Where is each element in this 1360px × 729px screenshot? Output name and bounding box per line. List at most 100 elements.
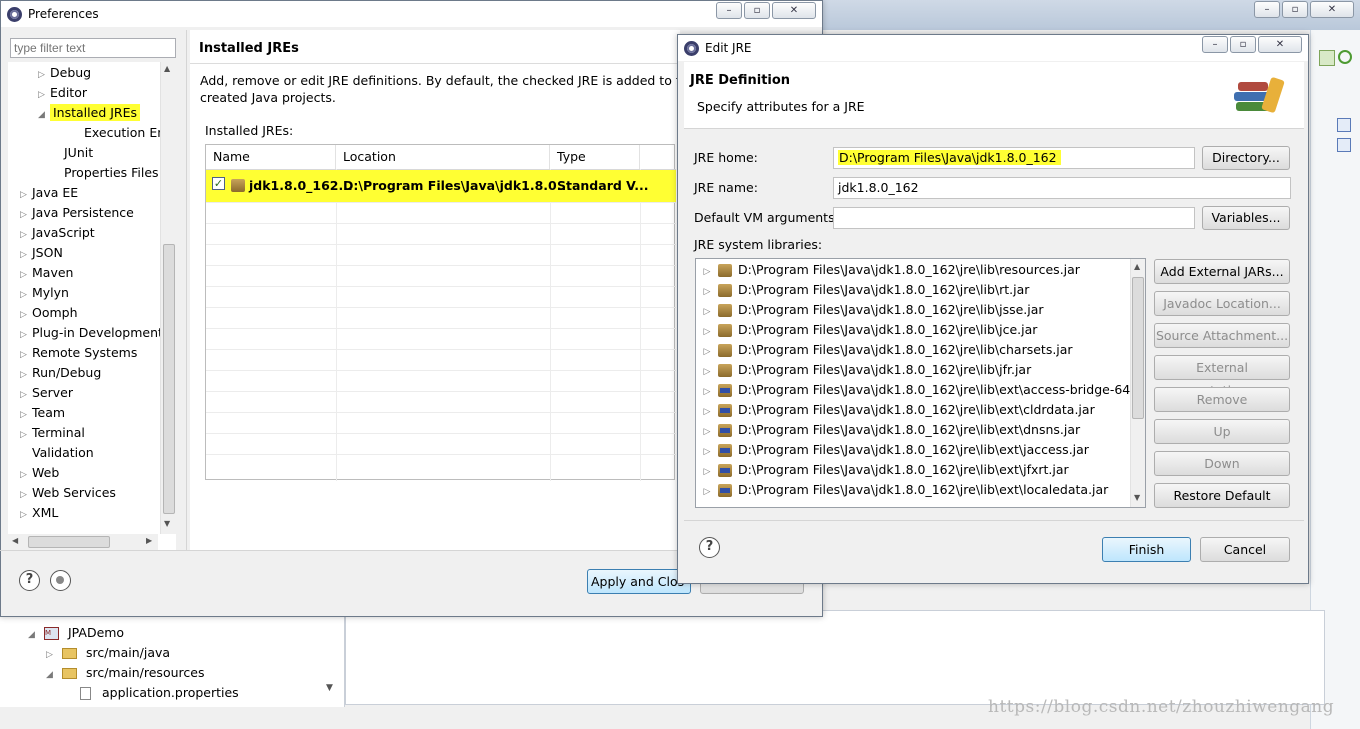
minimize-icon[interactable]: – — [1202, 36, 1228, 53]
table-row[interactable]: ✓ jdk1.8.0_162... D:\Program Files\Java\… — [206, 170, 676, 203]
library-item[interactable]: ▷ D:\Program Files\Java\jdk1.8.0_162\jre\… — [696, 480, 1108, 500]
external-annotations-button[interactable]: External annotations... — [1154, 355, 1290, 398]
filter-input[interactable] — [10, 38, 176, 58]
library-item[interactable]: ▷ D:\Program Files\Java\jdk1.8.0_162\jre\… — [696, 440, 1089, 460]
tree-item[interactable]: ▷ Java Persistence — [20, 203, 134, 223]
add-external-jars-button[interactable]: Add External JARs... — [1154, 259, 1290, 284]
maximize-icon[interactable]: ▫ — [1230, 36, 1256, 53]
expand-arrow-icon[interactable]: ▷ — [20, 385, 32, 405]
jre-home-input[interactable]: D:\Program Files\Java\jdk1.8.0_162 — [833, 147, 1195, 169]
scroll-right-icon[interactable]: ▶ — [146, 536, 152, 545]
expand-arrow-icon[interactable]: ▷ — [20, 485, 32, 505]
library-item[interactable]: ▷ D:\Program Files\Java\jdk1.8.0_162\jre\… — [696, 300, 1044, 320]
expand-arrow-icon[interactable]: ▷ — [696, 302, 718, 322]
scroll-up-icon[interactable]: ▲ — [1134, 262, 1140, 271]
minimize-icon[interactable]: – — [716, 2, 742, 19]
tree-item[interactable]: ▷ Web Services — [20, 483, 116, 503]
tree-item[interactable]: ▷ Web — [20, 463, 59, 483]
expand-arrow-icon[interactable]: ▷ — [38, 65, 50, 85]
expand-arrow-icon[interactable]: ▷ — [20, 285, 32, 305]
tree-item[interactable]: ▷ Run/Debug — [20, 363, 101, 383]
up-button[interactable]: Up — [1154, 419, 1290, 444]
project-tree-item[interactable]: ▷ src/main/java — [46, 643, 170, 663]
tree-horizontal-scrollbar[interactable]: ◀ ▶ — [8, 534, 158, 550]
help-icon[interactable]: ? — [19, 570, 40, 591]
expand-arrow-icon[interactable]: ▷ — [20, 365, 32, 385]
tree-item[interactable]: Validation — [20, 443, 94, 463]
expand-arrow-icon[interactable]: ▷ — [20, 465, 32, 485]
tree-item[interactable]: ▷ XML — [20, 503, 58, 523]
expand-arrow-icon[interactable]: ▷ — [20, 265, 32, 285]
help-icon[interactable]: ? — [699, 537, 720, 558]
tree-item[interactable]: ▷ Editor — [38, 83, 87, 103]
expand-arrow-icon[interactable]: ▷ — [696, 462, 718, 482]
remove-button[interactable]: Remove — [1154, 387, 1290, 412]
cancel-button[interactable]: Cancel — [1200, 537, 1290, 562]
library-item[interactable]: ▷ D:\Program Files\Java\jdk1.8.0_162\jre\… — [696, 280, 1029, 300]
close-icon[interactable]: ✕ — [1310, 1, 1354, 18]
tree-item[interactable]: ▷ Oomph — [20, 303, 78, 323]
expand-arrow-icon[interactable]: ▷ — [38, 85, 50, 105]
tree-item[interactable]: ▷ Debug — [38, 63, 91, 83]
expand-arrow-icon[interactable]: ▷ — [696, 362, 718, 382]
jre-checkbox[interactable]: ✓ — [212, 177, 225, 190]
perspective-icon[interactable] — [1319, 50, 1335, 66]
task-list-icon[interactable] — [1337, 138, 1351, 152]
maximize-icon[interactable]: ▫ — [1282, 1, 1308, 18]
tree-item[interactable]: ▷ JavaScript — [20, 223, 95, 243]
scroll-up-icon[interactable]: ▲ — [164, 64, 170, 73]
expand-arrow-icon[interactable]: ▷ — [696, 262, 718, 282]
import-export-icon[interactable] — [50, 570, 71, 591]
directory-button[interactable]: Directory... — [1202, 146, 1290, 170]
project-tree-item[interactable]: application.properties — [80, 683, 239, 703]
expand-arrow-icon[interactable]: ▷ — [696, 282, 718, 302]
scroll-down-icon[interactable]: ▼ — [164, 519, 170, 528]
tree-item[interactable]: ▷ Mylyn — [20, 283, 69, 303]
sash-divider[interactable] — [186, 30, 187, 550]
maximize-icon[interactable]: ▫ — [744, 2, 770, 19]
tree-vertical-scrollbar[interactable]: ▲ ▼ — [160, 62, 176, 534]
apply-and-close-button[interactable]: Apply and Clos — [587, 569, 691, 594]
tree-item[interactable]: ▷ Remote Systems — [20, 343, 137, 363]
scrollbar-thumb[interactable] — [28, 536, 110, 548]
scrollbar-thumb[interactable] — [1132, 277, 1144, 419]
close-icon[interactable]: ✕ — [772, 2, 816, 19]
tree-item[interactable]: ▷ Server — [20, 383, 73, 403]
expand-arrow-icon[interactable]: ▷ — [20, 245, 32, 265]
down-button[interactable]: Down — [1154, 451, 1290, 476]
scroll-left-icon[interactable]: ◀ — [12, 536, 18, 545]
library-item[interactable]: ▷ D:\Program Files\Java\jdk1.8.0_162\jre\… — [696, 340, 1073, 360]
expand-arrow-icon[interactable]: ▷ — [20, 505, 32, 525]
project-tree-item[interactable]: ◢ M JPADemo — [28, 623, 124, 643]
debug-perspective-icon[interactable] — [1338, 50, 1352, 64]
expand-arrow-icon[interactable]: ▷ — [20, 405, 32, 425]
restore-default-button[interactable]: Restore Default — [1154, 483, 1290, 508]
library-item[interactable]: ▷ D:\Program Files\Java\jdk1.8.0_162\jre\… — [696, 460, 1069, 480]
library-item[interactable]: ▷ D:\Program Files\Java\jdk1.8.0_162\jre\… — [696, 400, 1095, 420]
expand-arrow-icon[interactable]: ▷ — [696, 482, 718, 502]
expand-arrow-icon[interactable]: ▷ — [696, 442, 718, 462]
scroll-down-icon[interactable]: ▼ — [326, 683, 333, 693]
close-icon[interactable]: ✕ — [1258, 36, 1302, 53]
javadoc-location-button[interactable]: Javadoc Location... — [1154, 291, 1290, 316]
tree-item[interactable]: ▷ Plug-in Development — [20, 323, 163, 343]
tree-item[interactable]: Properties Files Ed — [52, 163, 176, 183]
scrollbar-thumb[interactable] — [163, 244, 175, 514]
library-item[interactable]: ▷ D:\Program Files\Java\jdk1.8.0_162\jre\… — [696, 360, 1031, 380]
expand-arrow-icon[interactable]: ▷ — [696, 402, 718, 422]
library-item[interactable]: ▷ D:\Program Files\Java\jdk1.8.0_162\jre\… — [696, 320, 1037, 340]
expand-arrow-icon[interactable]: ▷ — [20, 345, 32, 365]
libraries-scrollbar[interactable]: ▲ ▼ — [1130, 259, 1145, 507]
tree-item[interactable]: ▷ JSON — [20, 243, 63, 263]
minimize-icon[interactable]: – — [1254, 1, 1280, 18]
tree-item[interactable]: ◢ Installed JREs — [38, 103, 141, 125]
expand-arrow-icon[interactable]: ▷ — [696, 422, 718, 442]
expand-arrow-icon[interactable]: ◢ — [38, 105, 50, 125]
tree-item[interactable]: ▷ Team — [20, 403, 65, 423]
source-attachment-button[interactable]: Source Attachment... — [1154, 323, 1290, 348]
scroll-down-icon[interactable]: ▼ — [1134, 493, 1140, 502]
library-item[interactable]: ▷ D:\Program Files\Java\jdk1.8.0_162\jre\… — [696, 420, 1080, 440]
finish-button[interactable]: Finish — [1102, 537, 1191, 562]
tree-item[interactable]: ▷ Maven — [20, 263, 73, 283]
library-item[interactable]: ▷ D:\Program Files\Java\jdk1.8.0_162\jre\… — [696, 380, 1145, 400]
